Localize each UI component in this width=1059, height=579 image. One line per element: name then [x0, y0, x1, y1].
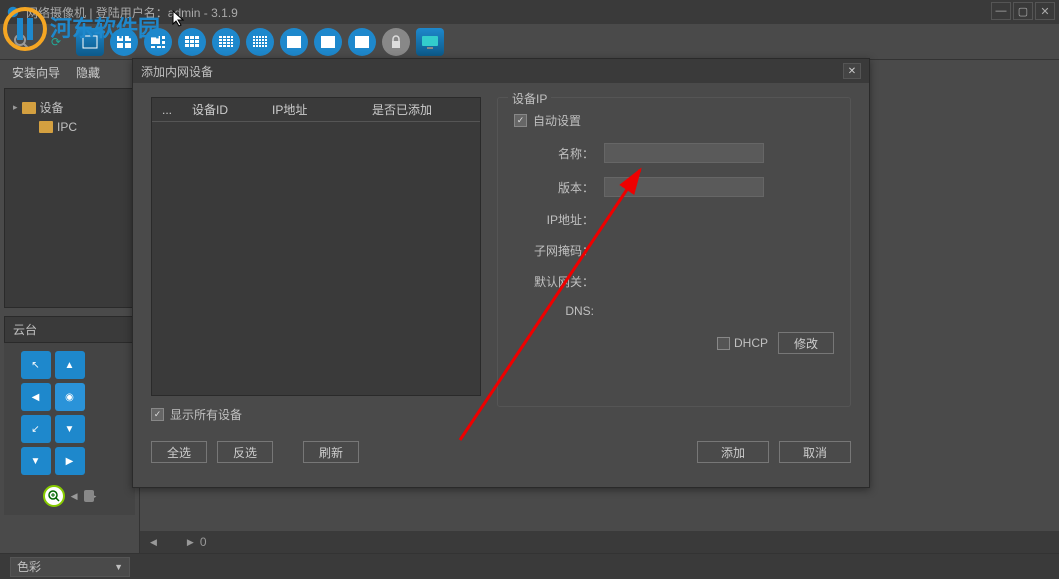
ptz-down[interactable]: ▼ — [55, 415, 85, 443]
ptz-header: 云台 — [4, 316, 135, 343]
auto-config-checkbox[interactable]: ✓ — [514, 114, 527, 127]
layout-4-icon[interactable] — [110, 28, 138, 56]
nav-play-icon[interactable]: ▶ — [187, 537, 194, 548]
ptz-panel: ↖ ▲ ◀ ◉ ↙ ▼ ▼ ▶ ◀ ▶ — [4, 343, 135, 515]
gateway-label: 默认网关： — [514, 273, 604, 290]
layout-25-icon[interactable] — [246, 28, 274, 56]
modify-button[interactable]: 修改 — [778, 332, 834, 354]
version-input[interactable] — [604, 177, 764, 197]
ptz-up-left[interactable]: ↖ — [21, 351, 51, 379]
layout-36-icon[interactable] — [280, 28, 308, 56]
tree-item-devices[interactable]: ▸ 设备 — [9, 97, 130, 118]
chevron-down-icon: ▼ — [114, 562, 123, 572]
name-input[interactable] — [604, 143, 764, 163]
tree-child-label: IPC — [57, 120, 77, 134]
layout-9-icon[interactable] — [178, 28, 206, 56]
show-all-label: 显示所有设备 — [170, 406, 242, 423]
ptz-down2[interactable]: ▼ — [21, 447, 51, 475]
ptz-right[interactable]: ▶ — [55, 447, 85, 475]
mask-label: 子网掩码： — [514, 242, 604, 259]
dialog-titlebar: 添加内网设备 ✕ — [133, 59, 869, 83]
refresh-icon[interactable]: ⟳ — [42, 28, 70, 56]
add-button[interactable]: 添加 — [697, 441, 769, 463]
dhcp-checkbox[interactable] — [717, 337, 730, 350]
folder-icon — [22, 102, 36, 114]
sidebar: ▸ 设备 IPC 云台 ↖ ▲ ◀ ◉ ↙ ▼ ▼ ▶ — [0, 84, 140, 553]
dhcp-label: DHCP — [734, 336, 768, 350]
invert-button[interactable]: 反选 — [217, 441, 273, 463]
nav-marker: 0 — [200, 535, 207, 549]
dialog-title: 添加内网设备 — [141, 63, 213, 80]
layout-49-icon[interactable] — [314, 28, 342, 56]
layout-1-icon[interactable] — [76, 28, 104, 56]
tree-item-ipc[interactable]: IPC — [9, 118, 130, 136]
install-wizard-link[interactable]: 安装向导 — [12, 64, 60, 81]
add-device-dialog: 添加内网设备 ✕ ... 设备ID IP地址 是否已添加 ✓ 显示所有设备 设备… — [132, 58, 870, 488]
col-device-id[interactable]: 设备ID — [182, 101, 262, 118]
folder-icon — [39, 121, 53, 133]
auto-config-label: 自动设置 — [533, 112, 581, 129]
group-title: 设备IP — [508, 90, 551, 107]
main-toolbar: ⟳ — [0, 24, 1059, 60]
dns-label: DNS: — [514, 304, 604, 318]
layout-16-icon[interactable] — [212, 28, 240, 56]
titlebar: 网络摄像机 | 登陆用户名：admin - 3.1.9 — ▢ ✕ — [0, 0, 1059, 24]
tree-root-label: 设备 — [40, 99, 64, 116]
device-tree: ▸ 设备 IPC — [4, 88, 135, 308]
nav-prev-icon[interactable]: ◀ — [150, 537, 157, 548]
layout-6-icon[interactable] — [144, 28, 172, 56]
layout-64-icon[interactable] — [348, 28, 376, 56]
app-icon — [6, 5, 20, 19]
cancel-button[interactable]: 取消 — [779, 441, 851, 463]
select-all-button[interactable]: 全选 — [151, 441, 207, 463]
refresh-button[interactable]: 刷新 — [303, 441, 359, 463]
bottom-bar: 色彩 ▼ — [0, 553, 1059, 579]
color-label: 色彩 — [17, 558, 41, 575]
nav-strip: ◀ ▶ 0 — [140, 531, 1059, 553]
ptz-down-left[interactable]: ↙ — [21, 415, 51, 443]
maximize-button[interactable]: ▢ — [1013, 2, 1033, 20]
ptz-left[interactable]: ◀ — [21, 383, 51, 411]
col-select[interactable]: ... — [152, 103, 182, 117]
ip-label: IP地址： — [514, 211, 604, 228]
zoom-in-icon[interactable] — [43, 485, 65, 507]
close-button[interactable]: ✕ — [1035, 2, 1055, 20]
device-table: ... 设备ID IP地址 是否已添加 — [151, 97, 481, 396]
dialog-close-button[interactable]: ✕ — [843, 63, 861, 79]
monitor-icon[interactable] — [416, 28, 444, 56]
color-combo[interactable]: 色彩 ▼ — [10, 557, 130, 577]
show-all-checkbox[interactable]: ✓ — [151, 408, 164, 421]
col-added[interactable]: 是否已添加 — [362, 101, 480, 118]
hide-link[interactable]: 隐藏 — [76, 64, 100, 81]
minimize-button[interactable]: — — [991, 2, 1011, 20]
device-ip-group: 设备IP ✓ 自动设置 名称： 版本： IP地址： 子网掩码： 默认网关： DN… — [497, 97, 851, 407]
lock-icon[interactable] — [382, 28, 410, 56]
version-label: 版本： — [514, 179, 604, 196]
titlebar-text: 网络摄像机 | 登陆用户名：admin - 3.1.9 — [26, 4, 238, 21]
name-label: 名称： — [514, 145, 604, 162]
expand-icon[interactable]: ▸ — [13, 102, 18, 113]
ptz-center[interactable]: ◉ — [55, 383, 85, 411]
col-ip[interactable]: IP地址 — [262, 101, 362, 118]
ptz-up[interactable]: ▲ — [55, 351, 85, 379]
search-icon[interactable] — [8, 28, 36, 56]
